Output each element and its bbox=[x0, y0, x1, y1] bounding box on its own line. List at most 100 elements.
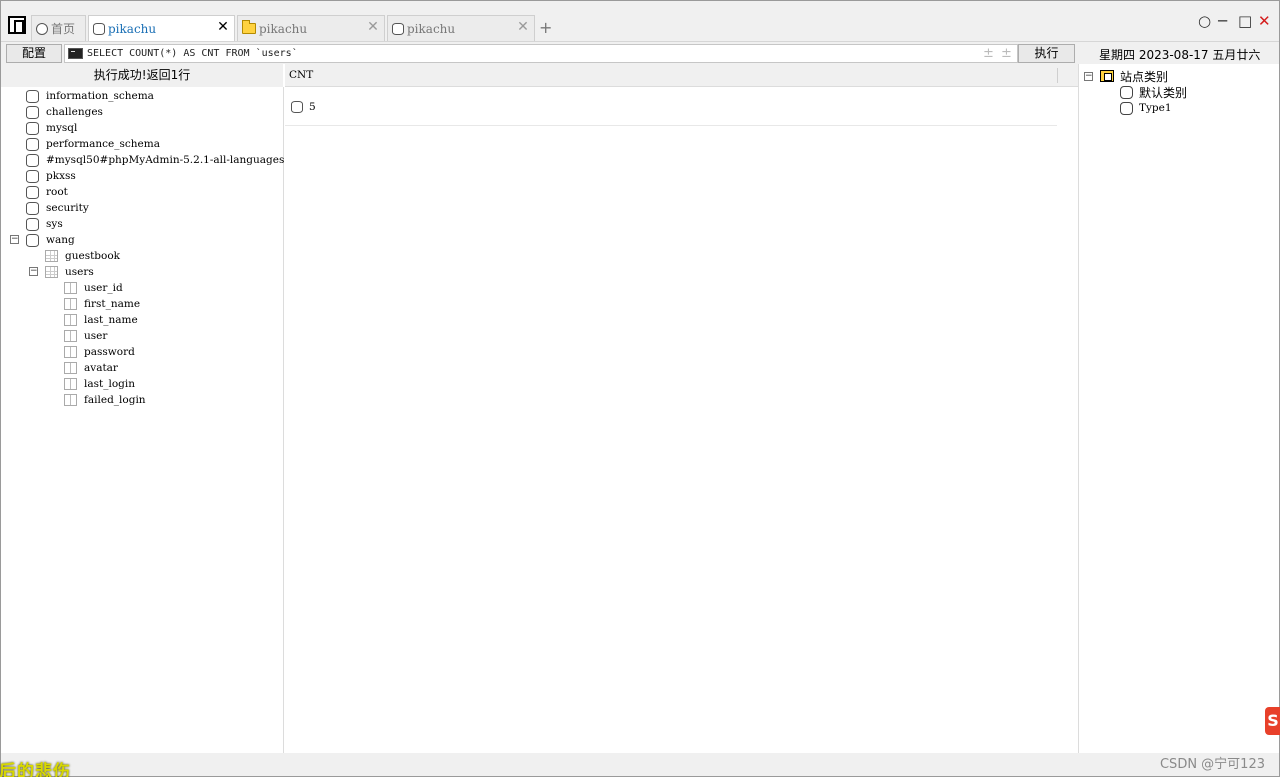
tree-node-column[interactable]: first_name bbox=[64, 296, 140, 312]
site-category-item[interactable]: 默认类别 bbox=[1120, 84, 1187, 100]
site-category-root[interactable]: 站点类别 bbox=[1100, 68, 1168, 84]
config-button[interactable]: 配置 bbox=[6, 44, 62, 63]
tree-node-table[interactable]: guestbook bbox=[45, 248, 120, 264]
node-label: last_name bbox=[84, 314, 138, 326]
tree-node-column[interactable]: password bbox=[64, 344, 135, 360]
collapse-icon[interactable]: − bbox=[10, 235, 19, 244]
database-icon bbox=[26, 137, 39, 151]
tab-bar: 首页 pikachu ✕ pikachu ✕ pikachu ✕ + ○ ─ □… bbox=[1, 1, 1279, 41]
tree-node-table[interactable]: users bbox=[45, 264, 94, 280]
column-divider[interactable] bbox=[1057, 68, 1058, 83]
node-label: guestbook bbox=[65, 250, 121, 262]
node-label: pkxss bbox=[46, 170, 76, 182]
node-label: users bbox=[65, 266, 94, 278]
table-row[interactable]: 5 bbox=[285, 99, 1057, 126]
results-grid: CNT 5 bbox=[285, 64, 1078, 753]
app-window: 首页 pikachu ✕ pikachu ✕ pikachu ✕ + ○ ─ □… bbox=[0, 0, 1280, 777]
tab-label: pikachu bbox=[108, 21, 157, 36]
database-icon bbox=[26, 233, 39, 247]
tree-node-column[interactable]: last_login bbox=[64, 376, 135, 392]
tree-node-database[interactable]: wang bbox=[26, 232, 75, 248]
tree-node-database[interactable]: mysql bbox=[26, 120, 77, 136]
tree-node-database[interactable]: challenges bbox=[26, 104, 103, 120]
sql-input-box[interactable]: ± ± bbox=[64, 44, 1018, 63]
collapse-icon[interactable]: − bbox=[29, 267, 38, 276]
table-icon bbox=[45, 250, 58, 262]
tree-node-column[interactable]: failed_login bbox=[64, 392, 146, 408]
tab-label: pikachu bbox=[407, 21, 456, 36]
bottom-bar: 后的悲伤 CSDN @宁可123 bbox=[0, 753, 1279, 777]
tree-node-database[interactable]: performance_schema bbox=[26, 136, 160, 152]
category-icon bbox=[1120, 85, 1133, 99]
node-label: wang bbox=[46, 234, 75, 246]
collapse-icon[interactable]: − bbox=[1084, 72, 1093, 81]
watermark-text: CSDN @宁可123 bbox=[1159, 757, 1265, 772]
site-category-panel: − 站点类别 默认类别 Type1 bbox=[1078, 64, 1279, 753]
column-header-cnt[interactable]: CNT bbox=[289, 69, 313, 81]
new-tab-icon[interactable]: + bbox=[539, 18, 552, 37]
tree-node-column[interactable]: user_id bbox=[64, 280, 123, 296]
database-icon bbox=[26, 121, 39, 135]
circle-icon[interactable]: ○ bbox=[1198, 12, 1211, 30]
table-icon bbox=[45, 266, 58, 278]
tree-node-column[interactable]: avatar bbox=[64, 360, 118, 376]
tab-label: 首页 bbox=[51, 22, 76, 36]
minimize-icon[interactable]: ─ bbox=[1218, 12, 1227, 30]
results-header: CNT bbox=[285, 64, 1078, 87]
tab-label: pikachu bbox=[259, 21, 308, 36]
folder-icon bbox=[242, 20, 256, 34]
node-label: avatar bbox=[84, 362, 118, 374]
close-tab-icon[interactable]: ✕ bbox=[216, 20, 230, 34]
tree-node-database[interactable]: information_schema bbox=[26, 88, 154, 104]
node-label: security bbox=[46, 202, 89, 214]
datetime-display: 星期四 2023-08-17 五月廿六 bbox=[1099, 48, 1261, 62]
sql-query-input[interactable] bbox=[87, 46, 967, 61]
tree-node-column[interactable]: last_name bbox=[64, 312, 138, 328]
node-label: sys bbox=[46, 218, 63, 230]
cell-value[interactable]: 5 bbox=[309, 101, 316, 113]
close-window-icon[interactable]: ✕ bbox=[1258, 12, 1271, 30]
close-tab-icon[interactable]: ✕ bbox=[516, 20, 530, 34]
tab-home[interactable]: 首页 bbox=[31, 15, 86, 41]
app-logo-icon[interactable] bbox=[8, 16, 26, 34]
close-tab-icon[interactable]: ✕ bbox=[366, 20, 380, 34]
overlay-caption: 后的悲伤 bbox=[0, 762, 71, 777]
node-label: information_schema bbox=[46, 90, 154, 102]
node-label: user bbox=[84, 330, 108, 342]
tree-node-database[interactable]: security bbox=[26, 200, 89, 216]
column-icon bbox=[64, 298, 77, 310]
tree-node-database[interactable]: sys bbox=[26, 216, 63, 232]
status-message: 执行成功!返回1行 bbox=[1, 64, 283, 87]
column-icon bbox=[64, 330, 77, 342]
database-icon bbox=[26, 185, 39, 199]
column-icon bbox=[64, 378, 77, 390]
column-icon bbox=[64, 282, 77, 294]
database-icon bbox=[26, 201, 39, 215]
database-icon bbox=[26, 89, 39, 103]
execute-button[interactable]: 执行 bbox=[1018, 44, 1075, 63]
decrease-icon[interactable]: ± bbox=[1001, 46, 1012, 61]
tree-node-database[interactable]: #mysql50#phpMyAdmin-5.2.1-all-languages bbox=[26, 152, 284, 168]
site-category-item[interactable]: Type1 bbox=[1120, 100, 1172, 116]
tree-node-database[interactable]: pkxss bbox=[26, 168, 76, 184]
maximize-icon[interactable]: □ bbox=[1238, 12, 1252, 30]
node-label: performance_schema bbox=[46, 138, 160, 150]
column-icon bbox=[64, 394, 77, 406]
increase-icon[interactable]: ± bbox=[983, 46, 994, 61]
node-label: failed_login bbox=[84, 394, 146, 406]
column-icon bbox=[64, 362, 77, 374]
node-label: #mysql50#phpMyAdmin-5.2.1-all-languages bbox=[46, 154, 285, 166]
category-icon bbox=[1120, 101, 1133, 115]
node-label: 站点类别 bbox=[1120, 69, 1169, 84]
tree-node-database[interactable]: root bbox=[26, 184, 68, 200]
home-tab-icon bbox=[36, 22, 48, 35]
node-label: user_id bbox=[84, 282, 123, 294]
edge-logo-icon[interactable]: S bbox=[1265, 707, 1280, 735]
node-label: Type1 bbox=[1139, 102, 1172, 114]
tab-pikachu-folder[interactable]: pikachu ✕ bbox=[237, 15, 385, 41]
tab-pikachu-3[interactable]: pikachu ✕ bbox=[387, 15, 535, 41]
node-label: last_login bbox=[84, 378, 135, 390]
tab-pikachu-active[interactable]: pikachu ✕ bbox=[88, 15, 235, 41]
row-icon bbox=[291, 101, 303, 113]
tree-node-column[interactable]: user bbox=[64, 328, 107, 344]
